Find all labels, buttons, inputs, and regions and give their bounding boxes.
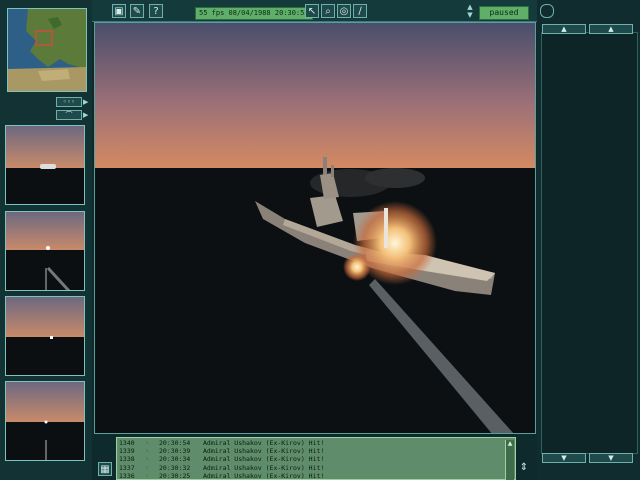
chevron-up-icon[interactable]: ▲ — [506, 440, 514, 447]
status-dot-icon: ◦ — [145, 439, 149, 447]
log-row-id: 1337 — [119, 463, 135, 472]
help-icon[interactable]: ? — [149, 4, 163, 18]
camera-thumbnail[interactable] — [5, 211, 85, 291]
zoom-icon[interactable]: ⌕ — [321, 4, 335, 18]
log-row-time: 20:30:39 — [159, 447, 191, 456]
chevron-down-icon: ▼ — [561, 454, 567, 462]
log-resize-icon[interactable]: ⇕ — [517, 462, 531, 476]
close-icon[interactable] — [540, 4, 554, 18]
arrow-right-icon[interactable]: ▶ — [83, 111, 88, 119]
log-row-message: Admiral Ushakov (Ex-Kirov) Hit! — [203, 471, 325, 480]
log-row-id: 1340 — [119, 439, 135, 447]
status-dot-icon: ◦ — [145, 471, 149, 480]
log-row-id: 1339 — [119, 447, 135, 456]
log-row-time: 20:30:32 — [159, 463, 191, 472]
message-log[interactable]: 1340 ◦ 20:30:54 Admiral Ushakov (Ex-Kirov) … — [116, 437, 516, 480]
log-row-message: Admiral Ushakov (Ex-Kirov) Hit! — [203, 447, 325, 456]
camera-thumbnail[interactable] — [5, 296, 85, 376]
camera-thumbnail[interactable] — [5, 381, 85, 461]
target-icon[interactable]: ◎ — [337, 4, 351, 18]
log-row-time: 20:30:34 — [159, 455, 191, 464]
arrow-right-icon[interactable]: ▶ — [83, 98, 88, 106]
log-row-message: Admiral Ushakov (Ex-Kirov) Hit! — [203, 439, 325, 447]
main-3d-view[interactable] — [94, 22, 536, 434]
log-row-id: 1336 — [119, 471, 135, 480]
contact-marker — [50, 336, 53, 339]
log-row-id: 1338 — [119, 455, 135, 464]
log-row[interactable]: 1338 ◦ 20:30:34 Admiral Ushakov (Ex-Kirov) … — [117, 455, 515, 463]
scroll-down-button[interactable]: ▼ — [589, 453, 633, 463]
time-compression-spinner[interactable]: ▲ ▼ — [463, 3, 477, 19]
log-row-time: 20:30:54 — [159, 439, 191, 447]
status-dot-icon: ◦ — [145, 455, 149, 464]
status-dot-icon: ◦ — [145, 463, 149, 472]
right-panel: ▲ ▲ ▼ ▼ — [537, 0, 640, 480]
sky — [95, 23, 535, 168]
log-rows: 1340 ◦ 20:30:54 Admiral Ushakov (Ex-Kirov) … — [117, 438, 515, 480]
camera-mode-button[interactable]: ◦◦◦ — [56, 97, 82, 107]
wrench-icon[interactable]: ✎ — [130, 4, 144, 18]
chevron-up-icon: ▲ — [561, 25, 567, 33]
log-row[interactable]: 1339 ◦ 20:30:39 Admiral Ushakov (Ex-Kirov) … — [117, 447, 515, 455]
log-row-message: Admiral Ushakov (Ex-Kirov) Hit! — [203, 455, 325, 464]
log-row[interactable]: 1340 ◦ 20:30:54 Admiral Ushakov (Ex-Kirov) … — [117, 439, 515, 447]
log-scrollbar[interactable]: ▲ — [505, 440, 514, 480]
cursor-icon[interactable]: ↖ — [305, 4, 319, 18]
top-toolbar: ▣ ✎ ? 55 fps 08/04/1988 20:30:55 ↖ ⌕ ◎ ∕… — [92, 0, 537, 22]
missile-exhaust — [384, 208, 388, 248]
log-toggle-button[interactable]: ▦ — [98, 462, 112, 476]
camera-thumbnail[interactable] — [5, 125, 85, 205]
log-row-message: Admiral Ushakov (Ex-Kirov) Hit! — [203, 463, 325, 472]
log-row-time: 20:30:25 — [159, 471, 191, 480]
fps-date-status: 55 fps 08/04/1988 20:30:55 — [195, 7, 313, 20]
scroll-up-button[interactable]: ▲ — [589, 24, 633, 34]
missile-trail — [45, 246, 71, 290]
overview-map[interactable] — [7, 8, 87, 92]
scene — [95, 23, 535, 433]
ship-marker — [40, 164, 56, 169]
left-panel: ◦◦◦ ▶ ⌒ ▶ — [0, 0, 92, 480]
cube-icon[interactable]: ▣ — [112, 4, 126, 18]
scroll-down-button[interactable]: ▼ — [542, 453, 586, 463]
log-row[interactable]: 1337 ◦ 20:30:32 Admiral Ushakov (Ex-Kirov) … — [117, 464, 515, 472]
status-dot-icon: ◦ — [145, 447, 149, 456]
chevron-up-icon: ▲ — [608, 25, 614, 33]
log-row[interactable]: 1336 ◦ 20:30:25 Admiral Ushakov (Ex-Kirov) … — [117, 472, 515, 480]
map-terrain — [8, 9, 86, 91]
sim-state-status: paused — [479, 6, 529, 20]
ship-view-button[interactable]: ⌒ — [56, 110, 82, 120]
right-list[interactable] — [541, 32, 638, 454]
pencil-icon[interactable]: ∕ — [353, 4, 367, 18]
explosion-secondary — [343, 253, 371, 281]
missile-trail — [44, 420, 48, 460]
chevron-down-icon: ▼ — [608, 454, 614, 462]
scroll-up-button[interactable]: ▲ — [542, 24, 586, 34]
